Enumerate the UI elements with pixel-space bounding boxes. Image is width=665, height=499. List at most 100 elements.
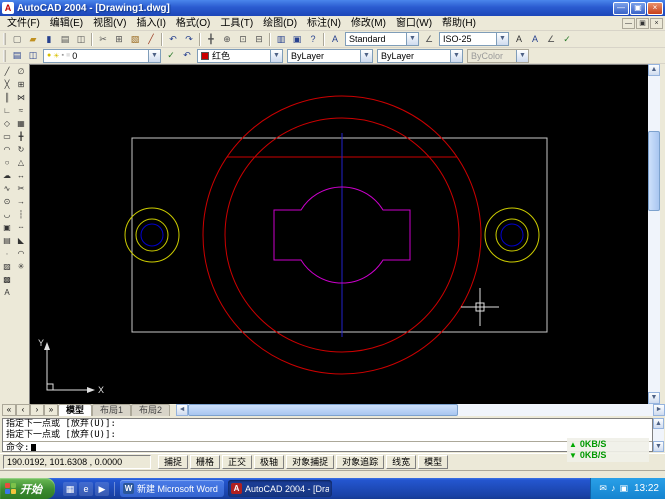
print-button[interactable]: ▤ [57, 32, 73, 46]
status-toggle-grid[interactable]: 栅格 [190, 455, 220, 469]
text-style-button[interactable]: A [327, 32, 343, 46]
print-preview-button[interactable]: ◫ [73, 32, 89, 46]
menu-item-window[interactable]: 窗口(W) [391, 16, 437, 31]
scroll-down-icon[interactable]: ▼ [653, 441, 664, 452]
multiline-text-button[interactable]: A [527, 32, 543, 46]
menu-item-file[interactable]: 文件(F) [2, 16, 45, 31]
network-speed-widget[interactable]: ▲0KB/S▼0KB/S [567, 438, 649, 462]
draw-tool-insert-block-button[interactable]: ▣ [1, 221, 14, 234]
tab-nav-first-button[interactable]: « [2, 404, 16, 416]
command-history[interactable]: 指定下一点或 [放弃(U)]:指定下一点或 [放弃(U)]: 命令: [2, 418, 653, 452]
taskbar-button-autocad[interactable]: AAutoCAD 2004 - [Dra... [228, 480, 332, 497]
draw-tool-spline-button[interactable]: ∿ [1, 182, 14, 195]
toolbar-grip[interactable] [3, 50, 6, 62]
menu-item-modify[interactable]: 修改(M) [346, 16, 391, 31]
zoom-realtime-button[interactable]: ⊕ [219, 32, 235, 46]
lineweight-combo[interactable]: ByLayer ▼ [377, 49, 463, 63]
chevron-down-icon[interactable]: ▼ [496, 33, 508, 45]
status-toggle-osnap[interactable]: 对象捕捉 [286, 455, 334, 469]
zoom-previous-button[interactable]: ⊟ [251, 32, 267, 46]
menu-item-view[interactable]: 视图(V) [88, 16, 131, 31]
chevron-down-icon[interactable]: ▼ [270, 50, 282, 62]
open-button[interactable]: ▰ [25, 32, 41, 46]
chevron-down-icon[interactable]: ▼ [450, 50, 462, 62]
make-object-layer-current-button[interactable]: ✓ [163, 49, 179, 63]
draw-tool-hatch-button[interactable]: ▨ [1, 260, 14, 273]
pan-button[interactable]: ╋ [203, 32, 219, 46]
clock[interactable]: 13:22 [634, 483, 659, 494]
command-scrollbar[interactable]: ▲ ▼ [653, 418, 664, 452]
vertical-scroll-thumb[interactable] [648, 131, 660, 211]
draw-tool-arc-button[interactable]: ◠ [1, 143, 14, 156]
modify-tool-fillet-button[interactable]: ◠ [15, 247, 28, 260]
modify-tool-offset-button[interactable]: ≈ [15, 104, 28, 117]
match-properties-button[interactable]: ╱ [143, 32, 159, 46]
modify-tool-mirror-button[interactable]: ⋈ [15, 91, 28, 104]
status-toggle-model-space[interactable]: 模型 [418, 455, 448, 469]
cut-button[interactable]: ✂ [95, 32, 111, 46]
modify-tool-chamfer-button[interactable]: ◣ [15, 234, 28, 247]
single-line-text-button[interactable]: A [511, 32, 527, 46]
menu-item-tools[interactable]: 工具(T) [215, 16, 258, 31]
draw-tool-multiline-button[interactable]: ║ [1, 91, 14, 104]
scroll-up-icon[interactable]: ▲ [648, 64, 660, 76]
tab-layout1[interactable]: 布局1 [92, 404, 131, 416]
scroll-up-icon[interactable]: ▲ [653, 418, 664, 429]
dim-style-combo[interactable]: ISO-25 ▼ [439, 32, 509, 46]
draw-tool-ellipse-arc-button[interactable]: ◡ [1, 208, 14, 221]
chevron-down-icon[interactable]: ▼ [360, 50, 372, 62]
help-button[interactable]: ? [305, 32, 321, 46]
chevron-down-icon[interactable]: ▼ [148, 50, 160, 62]
modify-tool-break-at-point-button[interactable]: ┆ [15, 208, 28, 221]
linetype-combo[interactable]: ByLayer ▼ [287, 49, 373, 63]
menu-item-dimension[interactable]: 标注(N) [302, 16, 346, 31]
modify-tool-rotate-button[interactable]: ↻ [15, 143, 28, 156]
layer-combo[interactable]: ●☀▪■ 0 ▼ [43, 49, 161, 63]
draw-tool-rectangle-button[interactable]: ▭ [1, 130, 14, 143]
toolbar-grip[interactable] [3, 33, 6, 45]
document-close-button[interactable]: × [650, 18, 663, 29]
status-toggle-otrack[interactable]: 对象追踪 [336, 455, 384, 469]
undo-button[interactable]: ↶ [165, 32, 181, 46]
zoom-window-button[interactable]: ⊡ [235, 32, 251, 46]
menu-item-format[interactable]: 格式(O) [171, 16, 215, 31]
document-restore-button[interactable]: ▣ [636, 18, 649, 29]
minimize-button[interactable]: — [613, 2, 629, 15]
volume-icon[interactable]: ♪ [611, 483, 616, 494]
modify-tool-explode-button[interactable]: ✳ [15, 260, 28, 273]
close-button[interactable]: × [647, 2, 663, 15]
draw-tool-polyline-button[interactable]: ∟ [1, 104, 14, 117]
menu-item-edit[interactable]: 编辑(E) [45, 16, 88, 31]
tab-nav-prev-button[interactable]: ‹ [16, 404, 30, 416]
status-toggle-ortho[interactable]: 正交 [222, 455, 252, 469]
scroll-down-icon[interactable]: ▼ [648, 392, 660, 404]
tab-model[interactable]: 模型 [58, 404, 92, 416]
redo-button[interactable]: ↷ [181, 32, 197, 46]
designcenter-button[interactable]: ▣ [289, 32, 305, 46]
draw-tool-circle-button[interactable]: ○ [1, 156, 14, 169]
menu-item-draw[interactable]: 绘图(D) [258, 16, 302, 31]
text-style-combo[interactable]: Standard ▼ [345, 32, 419, 46]
command-prompt-line[interactable]: 命令: [3, 441, 652, 452]
modify-tool-trim-button[interactable]: ✂ [15, 182, 28, 195]
draw-tool-line-button[interactable]: ╱ [1, 65, 14, 78]
scroll-left-icon[interactable]: ◄ [176, 404, 188, 416]
tab-layout2[interactable]: 布局2 [131, 404, 170, 416]
dim-update-button[interactable]: ✓ [559, 32, 575, 46]
color-combo[interactable]: 红色 ▼ [197, 49, 283, 63]
status-toggle-lineweight[interactable]: 线宽 [386, 455, 416, 469]
layers-button[interactable]: ◫ [25, 49, 41, 63]
chevron-down-icon[interactable]: ▼ [406, 33, 418, 45]
media-player-icon[interactable]: ▶ [95, 482, 109, 496]
horizontal-scroll-thumb[interactable] [188, 404, 458, 416]
modify-tool-break-button[interactable]: ┄ [15, 221, 28, 234]
modify-tool-stretch-button[interactable]: ↔ [15, 169, 28, 182]
dim-style-manager-button[interactable]: ∠ [543, 32, 559, 46]
tab-nav-last-button[interactable]: » [44, 404, 58, 416]
draw-tool-construction-line-button[interactable]: ╳ [1, 78, 14, 91]
status-toggle-snap[interactable]: 捕捉 [158, 455, 188, 469]
draw-tool-ellipse-button[interactable]: ⊙ [1, 195, 14, 208]
menu-item-insert[interactable]: 插入(I) [131, 16, 170, 31]
dim-style-button[interactable]: ∠ [421, 32, 437, 46]
message-icon[interactable]: ✉ [599, 483, 607, 494]
